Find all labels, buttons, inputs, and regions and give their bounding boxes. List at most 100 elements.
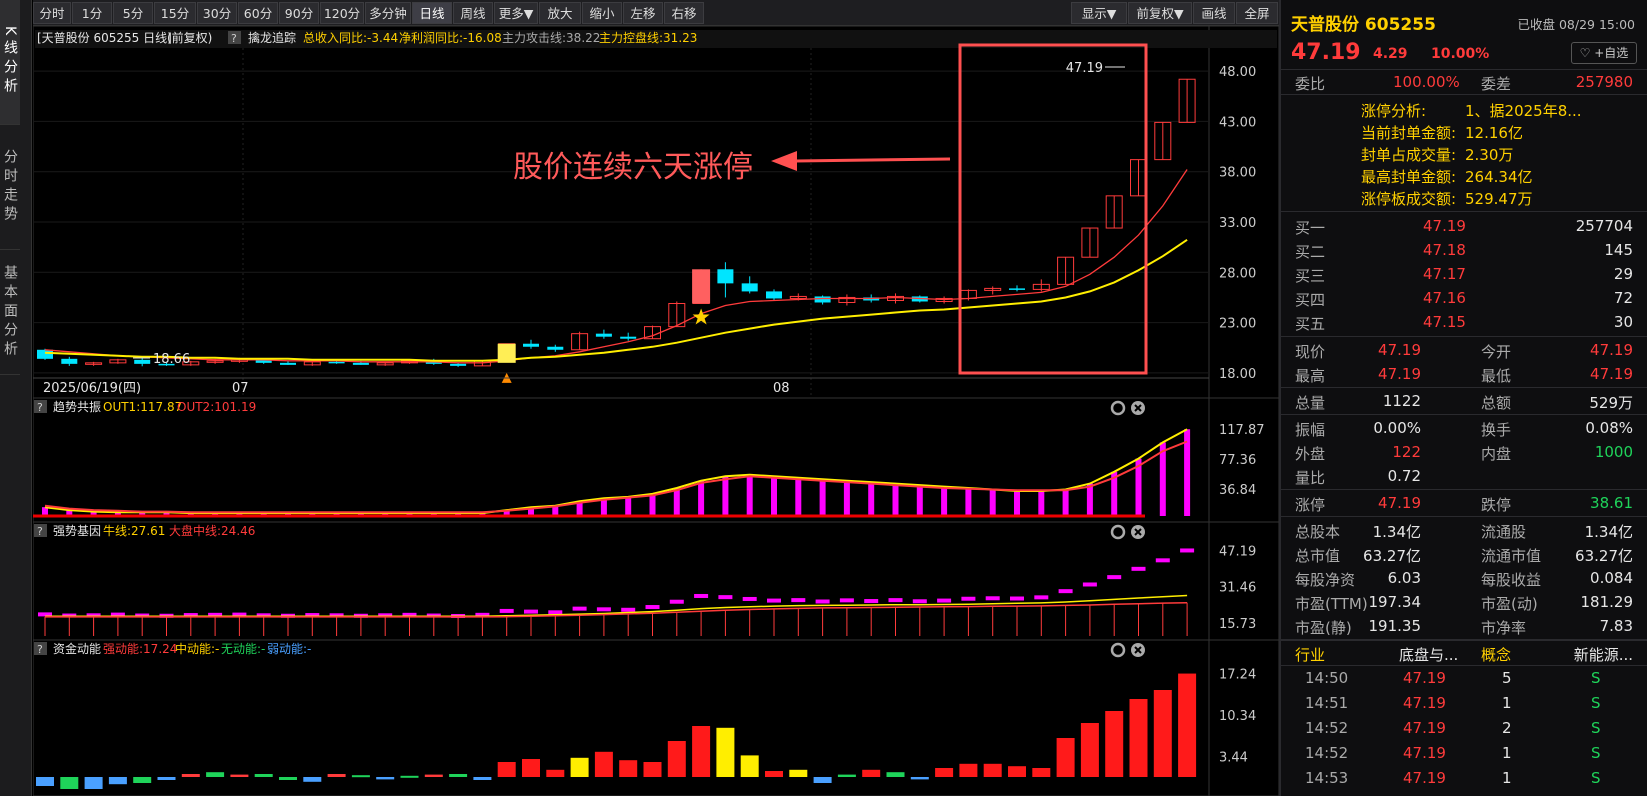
tab-intraday[interactable]: 分时走势: [0, 125, 20, 250]
panel3-mark: [815, 599, 830, 604]
tab-kline[interactable]: K线分析: [0, 0, 20, 125]
stats-group: 现价 47.19 今开 47.19 最高 47.19 最低 47.19: [1281, 337, 1647, 388]
fund-bar: [813, 777, 832, 783]
toolbar-button-9[interactable]: 日线: [412, 2, 452, 24]
industry-value[interactable]: 底盘与...: [1399, 644, 1458, 665]
candle-body: [280, 362, 296, 365]
fund-bar: [351, 775, 370, 778]
toolbar-button-8[interactable]: 多分钟: [365, 2, 411, 24]
toolbar-button-12[interactable]: 放大: [539, 2, 581, 24]
fund-bar: [424, 774, 443, 777]
stat-label: 外盘: [1295, 445, 1326, 463]
help-icon-label: ?: [37, 401, 43, 414]
stat-label: 每股净资: [1295, 571, 1356, 589]
toolbar-button-7[interactable]: 120分: [320, 2, 364, 24]
fund-bar: [400, 775, 419, 778]
out1-bar: [819, 479, 826, 516]
toolbar-button-2[interactable]: 5分: [113, 2, 153, 24]
stat-value: 6.03: [1387, 569, 1421, 587]
month-label-07: 07: [232, 381, 249, 396]
toolbar-button-13[interactable]: 缩小: [582, 2, 622, 24]
limit-row: 涨停板成交额: 529.47万: [1281, 185, 1647, 208]
tick-row: 14:53 47.19 1 S: [1281, 766, 1647, 791]
fund-bar: [60, 777, 79, 789]
tick-row: 14:51 47.19 1 S: [1281, 691, 1647, 716]
toolbar-right-button-2[interactable]: 画线: [1193, 2, 1235, 24]
panel3-mark: [524, 609, 538, 614]
panel3-mark: [742, 596, 757, 601]
toolbar-button-11[interactable]: 更多▼: [494, 2, 538, 24]
panel3-mark: [1180, 548, 1195, 553]
panel3-bull: 牛线:27.61: [103, 523, 165, 538]
book-price: 47.18: [1423, 241, 1466, 259]
book-label: 买一: [1295, 219, 1326, 237]
toolbar-button-6[interactable]: 90分: [279, 2, 319, 24]
fund-bar: [1105, 711, 1124, 777]
panel2-tick: 77.36: [1219, 453, 1256, 468]
panel3-mid: 大盘中线:24.46: [169, 523, 255, 538]
panel4-weak: 弱动能:-: [267, 642, 311, 656]
toolbar-right-button-3[interactable]: 全屏: [1236, 2, 1278, 24]
panel2-tick: 36.84: [1219, 483, 1256, 498]
toolbar-button-10[interactable]: 周线: [453, 2, 493, 24]
limit-label: 最高封单金额:: [1361, 168, 1457, 186]
panel3-mark: [669, 599, 684, 604]
panel3-mark: [888, 598, 903, 603]
stat-label: 最高: [1295, 367, 1326, 385]
y-tick-label: 43.00: [1219, 115, 1256, 130]
candle-body: [37, 349, 53, 359]
tick-row: 14:50 47.19 5 S: [1281, 666, 1647, 691]
tick-time: 14:52: [1305, 744, 1349, 762]
tick-list[interactable]: 14:50 47.19 5 S 14:51 47.19 1 S 14:52 47.19 2 S 14:5…: [1281, 666, 1647, 796]
panel3-mark: [499, 608, 514, 613]
toolbar-button-14[interactable]: 左移: [623, 2, 663, 24]
fund-bar: [862, 769, 881, 777]
wc-label: 委差: [1481, 75, 1512, 93]
toolbar-button-0[interactable]: 分时: [33, 2, 71, 24]
out1-bar: [868, 482, 875, 516]
panel2-tick: 117.87: [1219, 423, 1265, 438]
tab-fundamentals[interactable]: 基本面分析: [0, 250, 20, 375]
book-row: 买一 47.19 257704: [1281, 214, 1647, 238]
tick-side: S: [1591, 694, 1601, 712]
candle-body: [547, 346, 564, 350]
toolbar-button-5[interactable]: 60分: [238, 2, 278, 24]
stat-value: 47.19: [1590, 341, 1633, 359]
candle-body: [766, 291, 782, 299]
limit-value: 2.30万: [1465, 146, 1514, 164]
add-watchlist-button[interactable]: ♡ +自选: [1571, 42, 1637, 64]
toolbar-button-3[interactable]: 15分: [154, 2, 196, 24]
fund-bar: [206, 772, 225, 777]
fund-bar: [1153, 690, 1172, 777]
tick-qty: 2: [1502, 719, 1512, 737]
help-icon-label: ?: [37, 525, 43, 538]
toolbar-right-button-0[interactable]: 显示▼: [1071, 2, 1127, 24]
price-change-pct: 10.00%: [1431, 46, 1490, 62]
panel2-out2: OUT2:101.19: [177, 400, 256, 414]
fund-bar: [1008, 766, 1026, 777]
fund-bar: [886, 772, 905, 777]
chart-area[interactable]: [天普股份 605255 日线](前复权)? 擒龙追踪 总收入同比:-3.44 净利润…: [33, 26, 1279, 796]
toolbar-button-1[interactable]: 1分: [72, 2, 112, 24]
fund-bar: [570, 757, 589, 777]
concept-value[interactable]: 新能源...: [1574, 644, 1633, 665]
stat-label: 量比: [1295, 469, 1326, 487]
tick-price: 47.19: [1403, 719, 1446, 737]
tick-side: S: [1591, 669, 1601, 687]
book-label: 买四: [1295, 291, 1326, 309]
limit-value: 1、据2025年8...: [1465, 102, 1582, 120]
toolbar-right-button-1[interactable]: 前复权▼: [1128, 2, 1192, 24]
stat-label: 涨停: [1295, 496, 1326, 514]
stat-value: 529万: [1589, 394, 1633, 412]
book-price: 47.15: [1423, 313, 1466, 331]
max-price-label: 47.19: [1066, 61, 1103, 76]
price-change: 4.29: [1373, 46, 1408, 62]
fund-bar: [303, 777, 322, 782]
toolbar-button-15[interactable]: 右移: [664, 2, 704, 24]
panel3-mark: [912, 599, 927, 604]
limit-row: 当前封单金额: 12.16亿: [1281, 119, 1647, 142]
toolbar-button-4[interactable]: 30分: [197, 2, 237, 24]
candle-body: [814, 296, 831, 303]
panel3-panel: [33, 521, 1279, 641]
fund-bar: [133, 777, 152, 783]
